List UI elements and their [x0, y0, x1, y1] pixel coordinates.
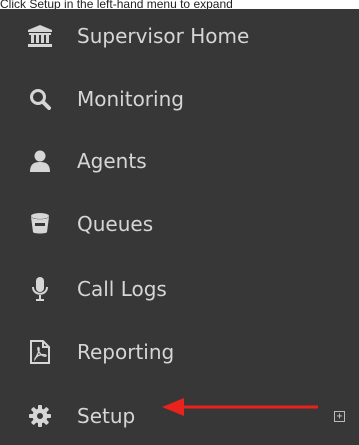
queue-bucket-icon: [25, 209, 55, 239]
menu-item-label: Monitoring: [77, 87, 184, 111]
menu-item-monitoring[interactable]: Monitoring: [0, 71, 359, 127]
expand-toggle[interactable]: +: [334, 410, 345, 422]
bank-icon: [25, 21, 55, 51]
gear-icon: [25, 401, 55, 431]
menu-item-label: Setup: [77, 404, 136, 428]
menu-item-label: Supervisor Home: [77, 24, 250, 48]
microphone-icon: [25, 274, 55, 304]
annotation-arrow: [162, 398, 318, 416]
menu-item-agents[interactable]: Agents: [0, 133, 359, 189]
menu-item-reporting[interactable]: Reporting: [0, 324, 359, 380]
menu-item-call-logs[interactable]: Call Logs: [0, 261, 359, 317]
sidebar-menu: Supervisor Home Monitoring Agents Queues…: [0, 9, 359, 445]
menu-item-label: Queues: [77, 212, 154, 236]
menu-item-label: Agents: [77, 149, 147, 173]
menu-item-label: Reporting: [77, 340, 175, 364]
pdf-file-icon: [25, 337, 55, 367]
search-icon: [25, 84, 55, 114]
menu-item-supervisor-home[interactable]: Supervisor Home: [0, 8, 359, 64]
user-icon: [25, 146, 55, 176]
menu-item-label: Call Logs: [77, 277, 167, 301]
menu-item-queues[interactable]: Queues: [0, 196, 359, 252]
